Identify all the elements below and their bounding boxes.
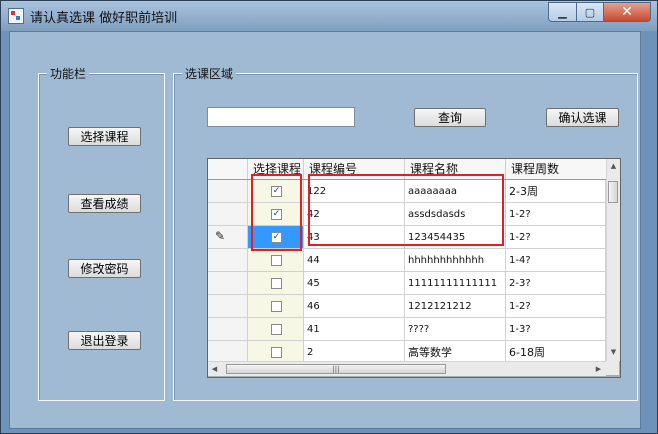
sidebar-groupbox: 功能栏 选择课程 查看成绩 修改密码 退出登录 xyxy=(38,65,165,401)
main-window: 请认真选课 做好职前培训 ▁ ▢ ✕ 功能栏 选择课程 查看成绩 修改密码 退出… xyxy=(0,0,658,434)
course-weeks-cell[interactable]: 1-2? xyxy=(506,203,606,226)
row-header[interactable] xyxy=(208,272,248,295)
course-checkbox[interactable]: ✓ xyxy=(271,209,282,220)
course-weeks-cell[interactable]: 1-2? xyxy=(506,295,606,318)
course-name-cell[interactable]: 11111111111111 xyxy=(405,272,506,295)
scroll-right-arrow[interactable]: ▶ xyxy=(592,362,605,376)
query-button[interactable]: 查询 xyxy=(414,108,486,127)
window-title: 请认真选课 做好职前培训 xyxy=(30,11,178,26)
select-cell[interactable] xyxy=(248,272,304,295)
course-grid[interactable]: 选择课程 课程编号 课程名称 课程周数 ✓ 122 aaaaaaaa 2-3周 ✓ 42 a… xyxy=(207,158,621,378)
scrollbar-corner xyxy=(606,361,619,375)
select-course-button[interactable]: 选择课程 xyxy=(68,127,141,146)
course-name-cell[interactable]: 1212121212 xyxy=(405,295,506,318)
row-header[interactable] xyxy=(208,318,248,341)
caption-buttons: ▁ ▢ ✕ xyxy=(548,2,651,22)
client-area: 功能栏 选择课程 查看成绩 修改密码 退出登录 选课区域 查询 确认选课 选择课… xyxy=(9,31,641,429)
search-input[interactable] xyxy=(207,107,355,127)
select-cell[interactable] xyxy=(248,295,304,318)
table-row[interactable]: ✓ 122 aaaaaaaa 2-3周 xyxy=(208,180,606,203)
scroll-left-arrow[interactable]: ◀ xyxy=(208,362,221,376)
close-button[interactable]: ✕ xyxy=(604,2,651,22)
scroll-down-arrow[interactable]: ▼ xyxy=(607,345,620,359)
course-name-cell[interactable]: hhhhhhhhhhhh xyxy=(405,249,506,272)
column-header-course-weeks[interactable]: 课程周数 xyxy=(506,159,606,179)
course-weeks-cell[interactable]: 1-3? xyxy=(506,318,606,341)
grid-header: 选择课程 课程编号 课程名称 课程周数 xyxy=(208,159,606,180)
row-header[interactable] xyxy=(208,203,248,226)
row-header[interactable]: ✎ xyxy=(208,226,248,249)
logout-button[interactable]: 退出登录 xyxy=(68,331,141,350)
row-header[interactable] xyxy=(208,180,248,203)
course-checkbox[interactable] xyxy=(271,278,282,289)
minimize-button[interactable]: ▁ xyxy=(548,2,577,22)
table-row[interactable]: 44 hhhhhhhhhhhh 1-4? xyxy=(208,249,606,272)
course-id-cell[interactable]: 44 xyxy=(304,249,405,272)
course-checkbox[interactable]: ✓ xyxy=(271,186,282,197)
select-cell[interactable]: ✓ xyxy=(248,226,304,249)
app-icon xyxy=(8,8,24,24)
course-weeks-cell[interactable]: 1-4? xyxy=(506,249,606,272)
course-id-cell[interactable]: 46 xyxy=(304,295,405,318)
course-checkbox[interactable] xyxy=(271,255,282,266)
confirm-selection-button[interactable]: 确认选课 xyxy=(546,108,619,127)
row-header[interactable] xyxy=(208,295,248,318)
course-name-cell[interactable]: aaaaaaaa xyxy=(405,180,506,203)
select-cell[interactable] xyxy=(248,318,304,341)
change-password-button[interactable]: 修改密码 xyxy=(68,259,141,278)
vertical-scroll-thumb[interactable] xyxy=(608,181,618,203)
course-checkbox[interactable]: ✓ xyxy=(271,232,282,243)
course-weeks-cell[interactable]: 2-3? xyxy=(506,272,606,295)
scroll-up-arrow[interactable]: ▲ xyxy=(607,159,620,173)
column-header-course-id[interactable]: 课程编号 xyxy=(304,159,405,179)
course-name-cell[interactable]: 123454435 xyxy=(405,226,506,249)
edit-pencil-icon: ✎ xyxy=(215,229,226,243)
vertical-scrollbar[interactable]: ▲ ▼ xyxy=(606,159,620,361)
course-checkbox[interactable] xyxy=(271,324,282,335)
row-header-corner xyxy=(208,159,248,179)
select-cell[interactable]: ✓ xyxy=(248,203,304,226)
select-cell[interactable]: ✓ xyxy=(248,180,304,203)
column-header-course-name[interactable]: 课程名称 xyxy=(405,159,506,179)
course-name-cell[interactable]: ???? xyxy=(405,318,506,341)
course-area-title: 选课区域 xyxy=(182,65,237,82)
sidebar-title: 功能栏 xyxy=(47,65,90,82)
maximize-button[interactable]: ▢ xyxy=(577,2,604,22)
course-weeks-cell[interactable]: 1-2? xyxy=(506,226,606,249)
table-row[interactable]: 45 11111111111111 2-3? xyxy=(208,272,606,295)
course-name-cell[interactable]: assdsdasds xyxy=(405,203,506,226)
course-id-cell[interactable]: 42 xyxy=(304,203,405,226)
row-header[interactable] xyxy=(208,249,248,272)
horizontal-scrollbar[interactable]: ◀ ||| ▶ xyxy=(208,361,606,376)
course-checkbox[interactable] xyxy=(271,301,282,312)
table-row[interactable]: ✎ ✓ 43 123454435 1-2? xyxy=(208,226,606,249)
course-id-cell[interactable]: 45 xyxy=(304,272,405,295)
view-grades-button[interactable]: 查看成绩 xyxy=(68,194,141,213)
column-header-select[interactable]: 选择课程 xyxy=(248,159,304,179)
course-id-cell[interactable]: 43 xyxy=(304,226,405,249)
course-id-cell[interactable]: 41 xyxy=(304,318,405,341)
select-cell[interactable] xyxy=(248,249,304,272)
title-bar[interactable]: 请认真选课 做好职前培训 ▁ ▢ ✕ xyxy=(1,1,657,31)
table-row[interactable]: 46 1212121212 1-2? xyxy=(208,295,606,318)
course-checkbox[interactable] xyxy=(271,347,282,358)
horizontal-scroll-thumb[interactable]: ||| xyxy=(226,364,446,374)
table-row[interactable]: 41???? 1-3? xyxy=(208,318,606,341)
course-id-cell[interactable]: 122 xyxy=(304,180,405,203)
course-weeks-cell[interactable]: 2-3周 xyxy=(506,180,606,203)
table-row[interactable]: ✓ 42 assdsdasds 1-2? xyxy=(208,203,606,226)
